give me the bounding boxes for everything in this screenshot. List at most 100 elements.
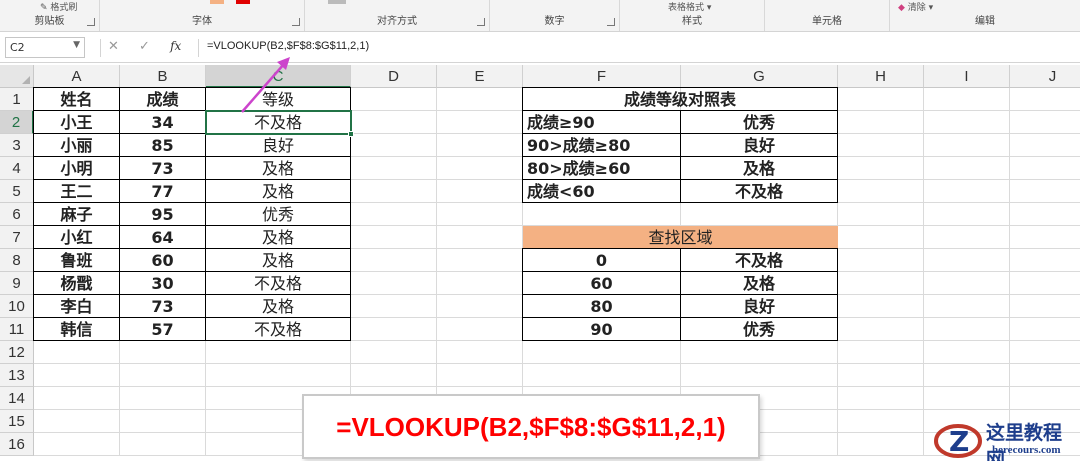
row-header-6[interactable]: 6 [0,203,34,226]
header-cell[interactable]: 成绩 [120,88,206,111]
score-cell[interactable]: 30 [120,272,206,295]
grade-cell[interactable]: 及格 [206,157,351,180]
grade-cell[interactable]: 良好 [206,134,351,157]
grade-cell[interactable]: 及格 [206,249,351,272]
column-header-b[interactable]: B [120,65,206,88]
row-header-12[interactable]: 12 [0,341,34,364]
score-cell[interactable]: 34 [120,111,206,134]
gridline [923,88,924,456]
name-cell[interactable]: 鲁班 [34,249,120,272]
svg-text:Z: Z [949,425,969,458]
grade-rule-cell[interactable]: 成绩<60 [523,180,681,203]
grade-rule-cell[interactable]: 90>成绩≥80 [523,134,681,157]
lookup-table-title[interactable]: 查找区域 [523,226,838,249]
grade-rule-cell[interactable]: 成绩≥90 [523,111,681,134]
grade-cell[interactable]: 及格 [206,295,351,318]
name-box[interactable]: C2 ▼ [5,37,85,58]
lookup-grade-cell[interactable]: 及格 [681,272,838,295]
score-cell[interactable]: 77 [120,180,206,203]
grade-label-cell[interactable]: 不及格 [681,180,838,203]
name-cell[interactable]: 李白 [34,295,120,318]
row-header-15[interactable]: 15 [0,410,34,433]
column-header-h[interactable]: H [838,65,924,88]
lookup-threshold-cell[interactable]: 90 [523,318,681,341]
row-header-2[interactable]: 2 [0,111,34,134]
clipboard-launcher-icon[interactable] [87,18,95,26]
name-cell[interactable]: 小王 [34,111,120,134]
column-header-e[interactable]: E [437,65,523,88]
grade-cell[interactable]: 不及格 [206,272,351,295]
lookup-threshold-cell[interactable]: 60 [523,272,681,295]
grade-label-cell[interactable]: 良好 [681,134,838,157]
row-header-16[interactable]: 16 [0,433,34,456]
lookup-grade-cell[interactable]: 不及格 [681,249,838,272]
gridline [34,386,1080,387]
cells-group-label: 单元格 [812,16,842,27]
name-cell[interactable]: 韩信 [34,318,120,341]
alignment-launcher-icon[interactable] [477,18,485,26]
name-cell[interactable]: 小丽 [34,134,120,157]
lookup-threshold-cell[interactable]: 0 [523,249,681,272]
divider [198,39,199,57]
fill-handle[interactable] [348,131,354,137]
score-cell[interactable]: 73 [120,157,206,180]
cells-group: 单元格 [765,0,890,31]
lookup-grade-cell[interactable]: 优秀 [681,318,838,341]
name-cell[interactable]: 杨戬 [34,272,120,295]
row-header-5[interactable]: 5 [0,180,34,203]
divider [100,39,101,57]
font-launcher-icon[interactable] [292,18,300,26]
score-cell[interactable]: 85 [120,134,206,157]
row-header-9[interactable]: 9 [0,272,34,295]
annotation-arrow [241,57,290,113]
grade-rule-cell[interactable]: 80>成绩≥60 [523,157,681,180]
row-header-1[interactable]: 1 [0,88,34,111]
styles-group-label: 样式 [682,16,702,27]
row-header-3[interactable]: 3 [0,134,34,157]
column-header-a[interactable]: A [34,65,120,88]
lookup-threshold-cell[interactable]: 80 [523,295,681,318]
header-cell[interactable]: 姓名 [34,88,120,111]
number-launcher-icon[interactable] [607,18,615,26]
row-header-13[interactable]: 13 [0,364,34,387]
row-header-10[interactable]: 10 [0,295,34,318]
name-cell[interactable]: 麻子 [34,203,120,226]
name-cell[interactable]: 小明 [34,157,120,180]
row-header-4[interactable]: 4 [0,157,34,180]
grade-label-cell[interactable]: 及格 [681,157,838,180]
row-header-11[interactable]: 11 [0,318,34,341]
column-header-f[interactable]: F [523,65,681,88]
enter-icon[interactable]: ✓ [139,39,150,54]
grade-cell[interactable]: 及格 [206,180,351,203]
column-header-g[interactable]: G [681,65,838,88]
grade-cell[interactable]: 不及格 [206,318,351,341]
watermark-url: herecours.com [992,444,1061,456]
score-cell[interactable]: 57 [120,318,206,341]
chevron-down-icon[interactable]: ▼ [73,40,80,50]
site-logo-icon: Z [934,424,982,458]
cancel-icon[interactable]: ✕ [108,39,119,54]
formula-bar-buttons: ✕ ✓ fx [108,39,197,54]
number-group-label: 数字 [544,16,565,27]
name-cell[interactable]: 小红 [34,226,120,249]
insert-function-icon[interactable]: fx [170,39,181,53]
column-header-d[interactable]: D [351,65,437,88]
column-header-j[interactable]: J [1010,65,1080,88]
editing-group: 编辑 [890,0,1080,31]
select-all-button[interactable] [0,65,34,88]
gridline [1009,88,1010,456]
grade-cell[interactable]: 优秀 [206,203,351,226]
score-cell[interactable]: 95 [120,203,206,226]
row-header-14[interactable]: 14 [0,387,34,410]
grade-table-title[interactable]: 成绩等级对照表 [523,88,838,111]
row-header-8[interactable]: 8 [0,249,34,272]
row-header-7[interactable]: 7 [0,226,34,249]
score-cell[interactable]: 64 [120,226,206,249]
score-cell[interactable]: 73 [120,295,206,318]
score-cell[interactable]: 60 [120,249,206,272]
column-header-i[interactable]: I [924,65,1010,88]
grade-cell[interactable]: 及格 [206,226,351,249]
grade-label-cell[interactable]: 优秀 [681,111,838,134]
lookup-grade-cell[interactable]: 良好 [681,295,838,318]
name-cell[interactable]: 王二 [34,180,120,203]
